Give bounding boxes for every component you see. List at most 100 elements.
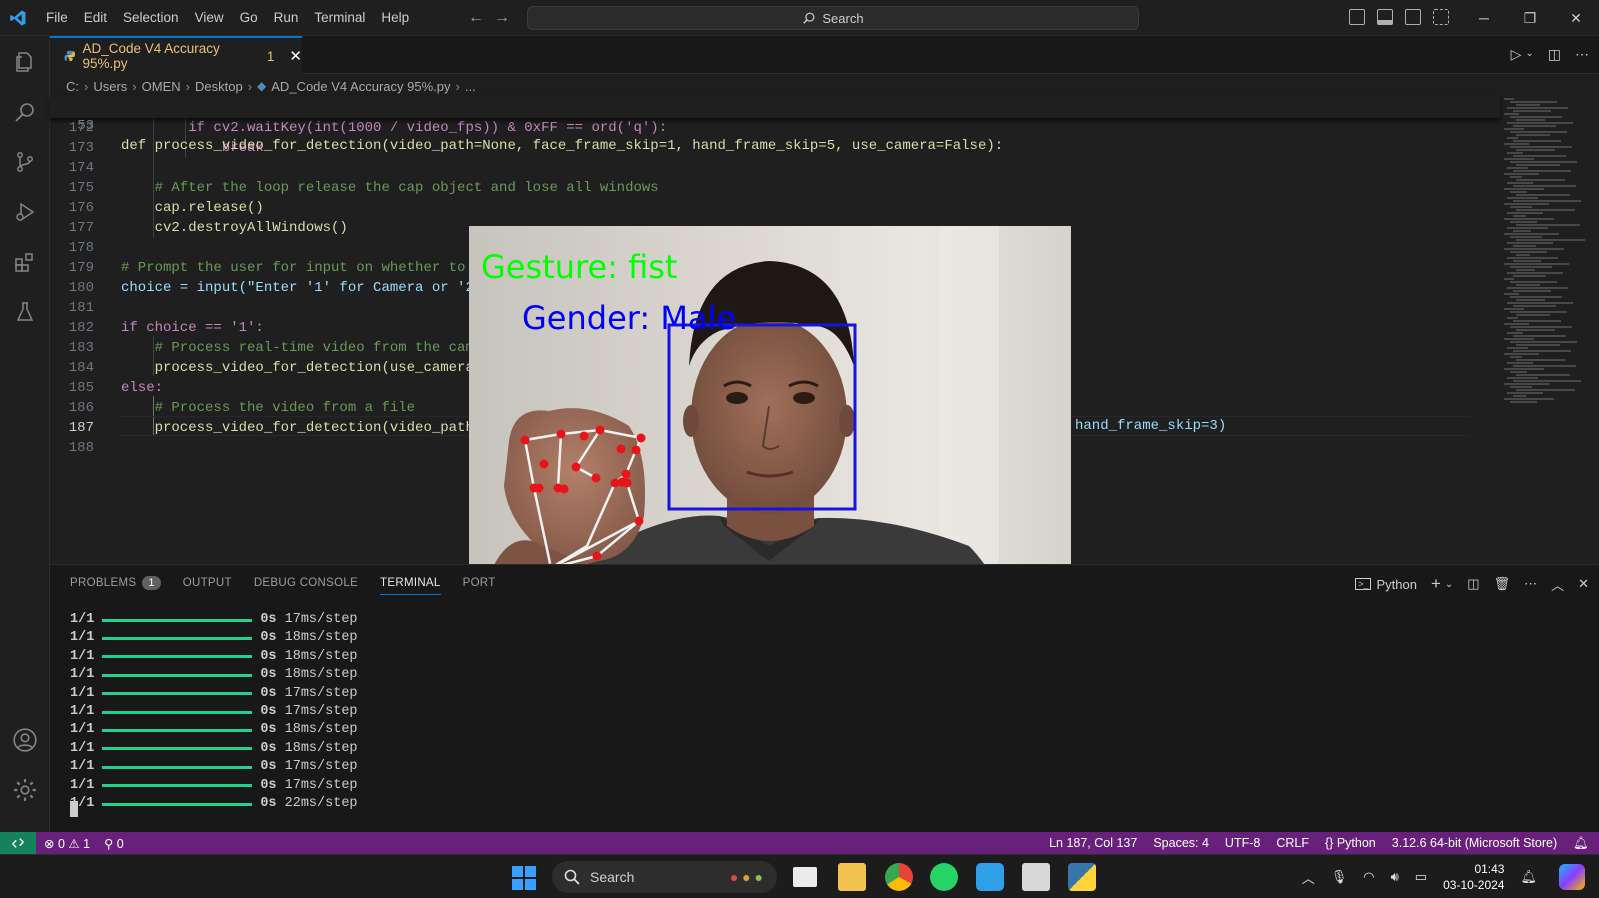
kill-terminal-trash-icon[interactable]: 🗑: [1494, 576, 1511, 592]
menu-file[interactable]: File: [38, 0, 76, 36]
close-window-icon[interactable]: ✕: [1553, 0, 1599, 36]
windows-start-icon[interactable]: [512, 866, 536, 890]
tab-output[interactable]: OUTPUT: [183, 577, 232, 589]
tab-terminal[interactable]: TERMINAL: [380, 571, 441, 595]
clock[interactable]: 01:43 03-10-2024: [1443, 861, 1504, 893]
customize-layout-icon[interactable]: [1433, 9, 1449, 25]
copilot-icon[interactable]: [1559, 864, 1585, 890]
testing-flask-icon[interactable]: [0, 288, 50, 336]
tab-ad-code[interactable]: AD_Code V4 Accuracy 95%.py 1 ✕: [50, 36, 302, 74]
minimap-line: [1504, 308, 1524, 310]
language-mode[interactable]: {} Python: [1325, 836, 1376, 851]
breadcrumb-separator-icon: ›: [132, 78, 137, 94]
minimap-line: [1504, 383, 1549, 385]
snipping-tool-icon[interactable]: [1022, 863, 1050, 891]
menu-edit[interactable]: Edit: [76, 0, 115, 36]
menu-terminal[interactable]: Terminal: [306, 0, 373, 36]
minimap-line: [1516, 104, 1540, 106]
problems-status[interactable]: ⊗ 0 ⚠ 1: [44, 836, 90, 851]
minimap-line: [1516, 314, 1550, 316]
run-python-file-icon[interactable]: ▷: [1511, 46, 1522, 63]
command-center-search[interactable]: Search: [527, 6, 1139, 30]
minimap-line: [1513, 185, 1576, 187]
menu-run[interactable]: Run: [266, 0, 307, 36]
breadcrumb-file[interactable]: AD_Code V4 Accuracy 95%.py: [271, 79, 450, 94]
python-interpreter[interactable]: 3.12.6 64-bit (Microsoft Store): [1392, 836, 1557, 851]
new-terminal-icon[interactable]: +: [1431, 574, 1441, 594]
sticky-scroll-header[interactable]: 53 def process_video_for_detection(video…: [50, 96, 1500, 154]
minimize-icon[interactable]: ─: [1461, 0, 1507, 36]
search-view-icon[interactable]: [0, 88, 50, 136]
toggle-sidebar-icon[interactable]: [1349, 9, 1365, 25]
settings-gear-icon[interactable]: [0, 766, 50, 814]
split-editor-icon[interactable]: ◫: [1548, 46, 1561, 63]
remote-indicator-icon[interactable]: [0, 832, 36, 854]
close-panel-icon[interactable]: ✕: [1578, 576, 1589, 592]
battery-icon[interactable]: ▭: [1415, 869, 1427, 885]
toggle-secondary-sidebar-icon[interactable]: [1405, 9, 1421, 25]
menu-help[interactable]: Help: [373, 0, 417, 36]
notification-bell-icon[interactable]: 🔔︎: [1520, 869, 1537, 885]
toggle-panel-icon[interactable]: [1377, 9, 1393, 25]
notifications-bell-icon[interactable]: 🔔︎: [1573, 836, 1589, 851]
minimap-line: [1507, 257, 1558, 259]
vscode-taskbar-icon[interactable]: [976, 863, 1004, 891]
minimap-line: [1513, 110, 1551, 112]
tab-ports[interactable]: PORT: [463, 577, 496, 589]
run-debug-icon[interactable]: [0, 188, 50, 236]
split-terminal-icon[interactable]: ◫: [1467, 576, 1479, 592]
close-tab-icon[interactable]: ✕: [289, 47, 302, 65]
python-app-icon[interactable]: [1068, 863, 1096, 891]
terminal-dropdown-chevron-icon[interactable]: ⌄: [1445, 579, 1453, 590]
minimap-line: [1504, 263, 1569, 265]
terminal-profile[interactable]: >_ Python: [1355, 577, 1417, 592]
wifi-icon[interactable]: ◠: [1363, 869, 1374, 885]
explorer-icon[interactable]: [0, 38, 50, 86]
cursor-position[interactable]: Ln 187, Col 137: [1049, 836, 1137, 851]
forward-arrow-icon[interactable]: →: [494, 0, 510, 36]
terminal-line: 1/1 0s 18ms/step: [70, 648, 358, 666]
code-text: choice = input("Enter '1' for Camera or …: [121, 280, 483, 296]
maximize-panel-chevron-icon[interactable]: ︿: [1551, 575, 1564, 594]
minimap-line: [1510, 221, 1537, 223]
more-actions-icon[interactable]: ⋯: [1575, 46, 1589, 63]
chrome-icon[interactable]: [885, 863, 913, 891]
indentation[interactable]: Spaces: 4: [1153, 836, 1209, 851]
more-actions-icon[interactable]: ⋯: [1524, 576, 1537, 592]
file-encoding[interactable]: UTF-8: [1225, 836, 1260, 851]
task-view-icon[interactable]: [793, 867, 817, 887]
breadcrumb-omen[interactable]: OMEN: [142, 79, 181, 94]
menu-selection[interactable]: Selection: [115, 0, 187, 36]
account-icon[interactable]: [0, 716, 50, 764]
terminal-step: 1/1: [70, 685, 95, 701]
status-left: ⊗ 0 ⚠ 1 ⚲ 0: [44, 836, 124, 851]
minimap[interactable]: [1500, 96, 1599, 564]
show-hidden-icons-chevron-icon[interactable]: ︿: [1302, 868, 1315, 887]
back-arrow-icon[interactable]: ←: [468, 0, 484, 36]
breadcrumb-symbol[interactable]: ...: [465, 79, 476, 94]
terminal-rate: 18ms/step: [284, 667, 358, 683]
tab-problems[interactable]: PROBLEMS 1: [70, 576, 161, 590]
breadcrumb-users[interactable]: Users: [93, 79, 127, 94]
extensions-icon[interactable]: [0, 238, 50, 286]
terminal-output[interactable]: 1/1 0s 17ms/step 1/1 0s 18ms/step 1/1 0s 18ms…: [70, 611, 358, 813]
line-number: 176: [68, 200, 94, 216]
minimap-line: [1507, 107, 1568, 109]
taskbar-search[interactable]: Search ● ● ●: [552, 861, 777, 893]
run-dropdown-chevron-icon[interactable]: ⌄: [1525, 46, 1533, 63]
end-of-line[interactable]: CRLF: [1276, 836, 1309, 851]
menu-go[interactable]: Go: [232, 0, 266, 36]
file-explorer-icon[interactable]: [838, 863, 866, 891]
menu-view[interactable]: View: [187, 0, 232, 36]
breadcrumb-desktop[interactable]: Desktop: [195, 79, 243, 94]
source-control-icon[interactable]: [0, 138, 50, 186]
restore-icon[interactable]: ❐: [1507, 0, 1553, 36]
tab-debug-console[interactable]: DEBUG CONSOLE: [254, 577, 358, 589]
breadcrumb-drive[interactable]: C:: [66, 79, 79, 94]
ports-status[interactable]: ⚲ 0: [104, 836, 124, 851]
terminal-line: 1/1 0s 17ms/step: [70, 611, 358, 629]
microphone-icon[interactable]: 🎙︎: [1331, 869, 1348, 885]
whatsapp-icon[interactable]: [930, 863, 958, 891]
progress-bar: [102, 637, 253, 641]
volume-icon[interactable]: 🔊︎: [1391, 869, 1399, 885]
